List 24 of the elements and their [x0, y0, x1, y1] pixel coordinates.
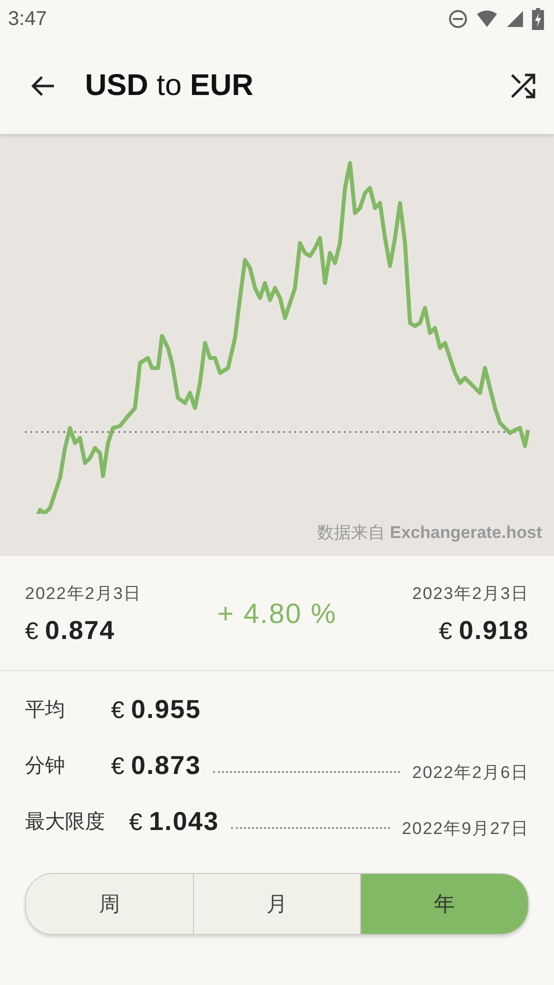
battery-icon — [532, 8, 544, 30]
stat-date: 2022年9月27日 — [402, 818, 529, 840]
stat-date: 2022年2月6日 — [412, 762, 529, 784]
period-tab[interactable]: 月 — [192, 874, 360, 934]
stat-label: 最大限度 — [25, 810, 105, 834]
status-time: 3:47 — [8, 8, 47, 30]
end-date: 2023年2月3日 — [412, 583, 529, 605]
stat-value: € 0.955 — [111, 694, 202, 724]
stat-label: 分钟 — [25, 754, 66, 778]
stat-label: 平均 — [25, 698, 66, 722]
data-source: 数据来自 Exchangerate.host — [317, 522, 542, 544]
screen-title: USD to EUR — [85, 69, 254, 103]
signal-icon — [506, 10, 524, 28]
shuffle-icon[interactable] — [509, 72, 537, 100]
wifi-icon — [476, 10, 498, 28]
stat-value: € 1.043 — [129, 806, 220, 836]
end-rate: € 0.918 — [438, 615, 529, 646]
start-date: 2022年2月3日 — [25, 583, 142, 605]
change-percent: + 4.80 % — [217, 598, 337, 630]
period-tab[interactable]: 周 — [26, 874, 193, 934]
period-tab[interactable]: 年 — [360, 874, 528, 934]
do-not-disturb-icon — [448, 9, 468, 29]
stat-value: € 0.873 — [111, 750, 202, 780]
start-rate: € 0.874 — [25, 615, 116, 646]
